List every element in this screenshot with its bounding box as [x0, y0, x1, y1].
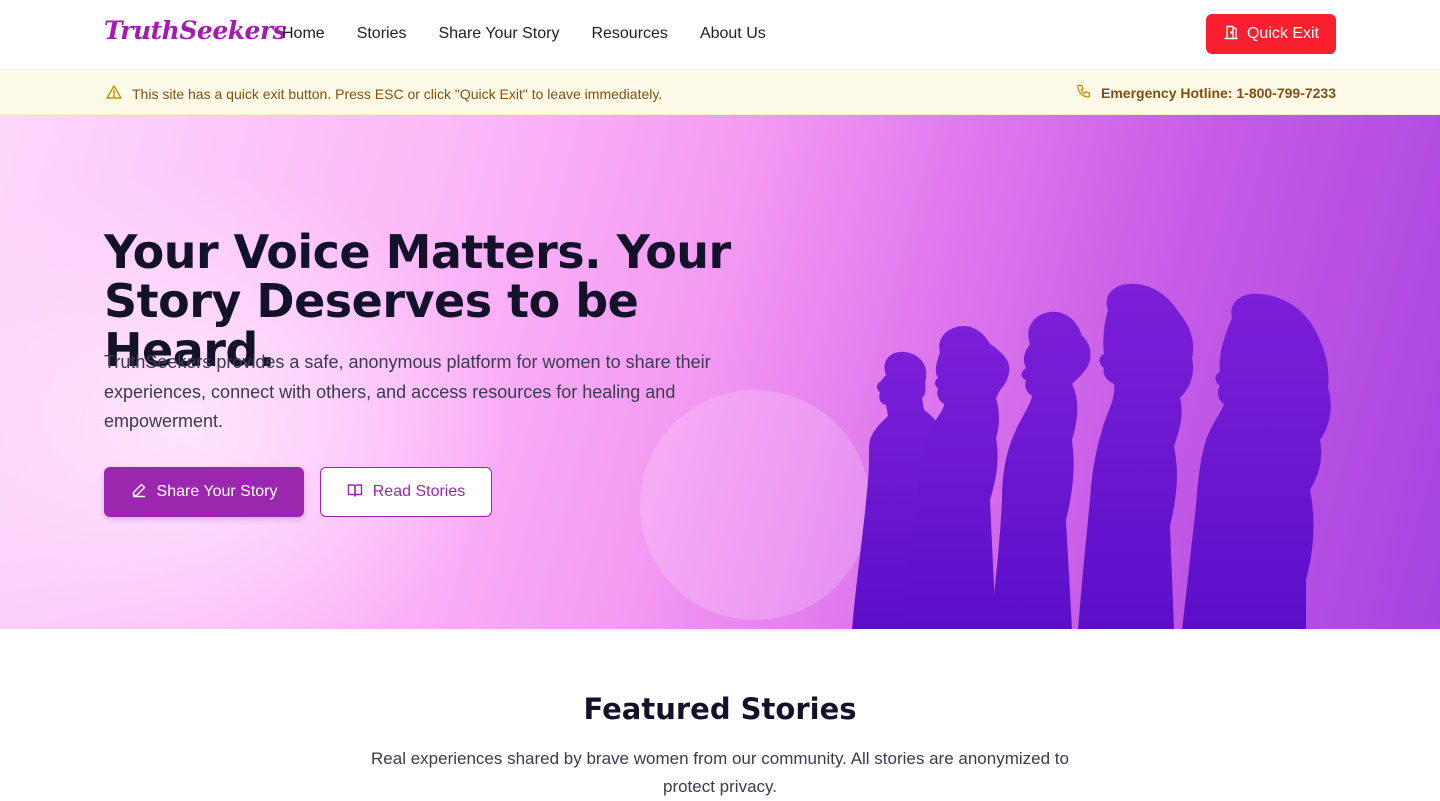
hero-subtitle: TruthSeekers provides a safe, anonymous … [104, 352, 711, 431]
read-stories-label: Read Stories [372, 483, 466, 500]
emergency-hotline[interactable]: Emergency Hotline: 1-800-799-7233 [1076, 84, 1336, 102]
door-exit-icon [1223, 24, 1239, 45]
nav-link-about-us[interactable]: About Us [700, 24, 766, 44]
share-your-story-button[interactable]: Share Your Story [104, 467, 304, 517]
featured-stories-subtitle: Real experiences shared by brave women f… [371, 749, 1069, 796]
site-logo[interactable]: TruthSeekers [104, 16, 287, 45]
pencil-icon [131, 482, 147, 503]
nav-link-stories[interactable]: Stories [357, 24, 407, 44]
hero-section: Your Voice Matters. Your Story Deserves … [0, 115, 1440, 629]
nav-link-resources[interactable]: Resources [591, 24, 667, 44]
share-your-story-label: Share Your Story [156, 483, 278, 500]
quick-exit-label: Quick Exit [1246, 25, 1319, 42]
women-silhouettes-illustration [852, 283, 1331, 629]
hotline-text: Emergency Hotline: 1-800-799-7233 [1101, 85, 1336, 101]
featured-stories-heading: Featured Stories [583, 692, 857, 726]
safety-alert-bar: This site has a quick exit button. Press… [0, 71, 1440, 115]
read-stories-button[interactable]: Read Stories [320, 467, 492, 517]
quick-exit-button[interactable]: Quick Exit [1206, 14, 1336, 54]
phone-icon [1076, 84, 1091, 102]
warning-triangle-icon [106, 84, 122, 103]
open-book-icon [347, 482, 363, 503]
main-nav: Home Stories Share Your Story Resources … [282, 24, 798, 44]
top-navbar: TruthSeekers Home Stories Share Your Sto… [0, 0, 1440, 70]
nav-link-share-your-story[interactable]: Share Your Story [438, 24, 559, 44]
nav-link-home[interactable]: Home [282, 24, 325, 44]
alert-message: This site has a quick exit button. Press… [132, 85, 663, 102]
quick-exit-notice: This site has a quick exit button. Press… [106, 84, 662, 103]
